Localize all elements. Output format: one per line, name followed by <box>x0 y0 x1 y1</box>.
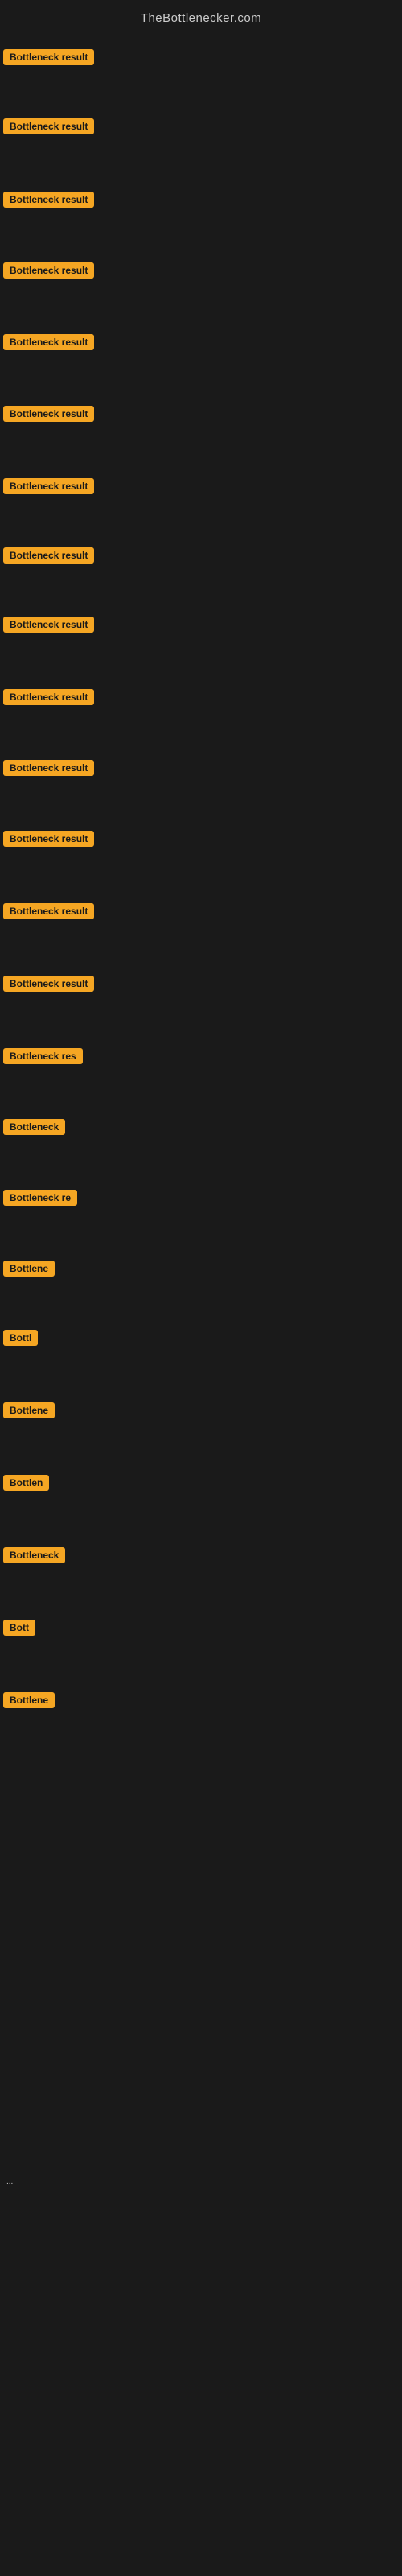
bottleneck-row-9: Bottleneck result <box>0 613 402 640</box>
bottleneck-row-7: Bottleneck result <box>0 475 402 502</box>
bottleneck-row-2: Bottleneck result <box>0 115 402 142</box>
bottleneck-badge-22[interactable]: Bottleneck <box>3 1547 65 1563</box>
bottleneck-badge-8[interactable]: Bottleneck result <box>3 547 94 564</box>
bottleneck-badge-16[interactable]: Bottleneck <box>3 1119 65 1135</box>
bottleneck-row-24: Bottlene <box>0 1689 402 1715</box>
bottleneck-badge-4[interactable]: Bottleneck result <box>3 262 94 279</box>
bottleneck-badge-1[interactable]: Bottleneck result <box>3 49 94 65</box>
bottleneck-row-6: Bottleneck result <box>0 402 402 429</box>
bottleneck-row-8: Bottleneck result <box>0 544 402 571</box>
bottleneck-badge-15[interactable]: Bottleneck res <box>3 1048 83 1064</box>
bottleneck-badge-3[interactable]: Bottleneck result <box>3 192 94 208</box>
bottleneck-row-21: Bottlen <box>0 1472 402 1498</box>
bottleneck-row-20: Bottlene <box>0 1399 402 1426</box>
bottleneck-row-13: Bottleneck result <box>0 900 402 927</box>
bottleneck-row-3: Bottleneck result <box>0 188 402 215</box>
bottleneck-badge-6[interactable]: Bottleneck result <box>3 406 94 422</box>
bottleneck-row-22: Bottleneck <box>0 1544 402 1571</box>
bottleneck-badge-18[interactable]: Bottlene <box>3 1261 55 1277</box>
bottleneck-badge-7[interactable]: Bottleneck result <box>3 478 94 494</box>
ellipsis-area: ... <box>3 2174 13 2188</box>
bottleneck-row-11: Bottleneck result <box>0 757 402 783</box>
bottleneck-row-17: Bottleneck re <box>0 1187 402 1213</box>
bottleneck-badge-20[interactable]: Bottlene <box>3 1402 55 1418</box>
bottleneck-badge-10[interactable]: Bottleneck result <box>3 689 94 705</box>
bottleneck-badge-14[interactable]: Bottleneck result <box>3 976 94 992</box>
bottleneck-row-23: Bott <box>0 1616 402 1643</box>
bottleneck-badge-12[interactable]: Bottleneck result <box>3 831 94 847</box>
bottleneck-row-10: Bottleneck result <box>0 686 402 712</box>
bottleneck-badge-2[interactable]: Bottleneck result <box>3 118 94 134</box>
bottleneck-badge-23[interactable]: Bott <box>3 1620 35 1636</box>
ellipsis-dot: ... <box>6 2178 13 2186</box>
bottleneck-row-16: Bottleneck <box>0 1116 402 1142</box>
bottleneck-row-15: Bottleneck res <box>0 1045 402 1071</box>
bottleneck-row-19: Bottl <box>0 1327 402 1353</box>
bottleneck-badge-21[interactable]: Bottlen <box>3 1475 49 1491</box>
bottleneck-badge-13[interactable]: Bottleneck result <box>3 903 94 919</box>
bottleneck-badge-19[interactable]: Bottl <box>3 1330 38 1346</box>
bottleneck-row-4: Bottleneck result <box>0 259 402 286</box>
page-wrapper: TheBottlenecker.com Bottleneck resultBot… <box>0 0 402 2576</box>
bottleneck-badge-17[interactable]: Bottleneck re <box>3 1190 77 1206</box>
rows-container: Bottleneck result Bottleneck result Bottle… <box>0 0 402 2576</box>
bottleneck-row-14: Bottleneck result <box>0 972 402 999</box>
bottleneck-badge-5[interactable]: Bottleneck result <box>3 334 94 350</box>
bottleneck-row-18: Bottlene <box>0 1257 402 1284</box>
bottleneck-row-1: Bottleneck result <box>0 46 402 72</box>
bottleneck-badge-9[interactable]: Bottleneck result <box>3 617 94 633</box>
bottleneck-badge-24[interactable]: Bottlene <box>3 1692 55 1708</box>
bottleneck-row-12: Bottleneck result <box>0 828 402 854</box>
bottleneck-badge-11[interactable]: Bottleneck result <box>3 760 94 776</box>
bottleneck-row-5: Bottleneck result <box>0 331 402 357</box>
